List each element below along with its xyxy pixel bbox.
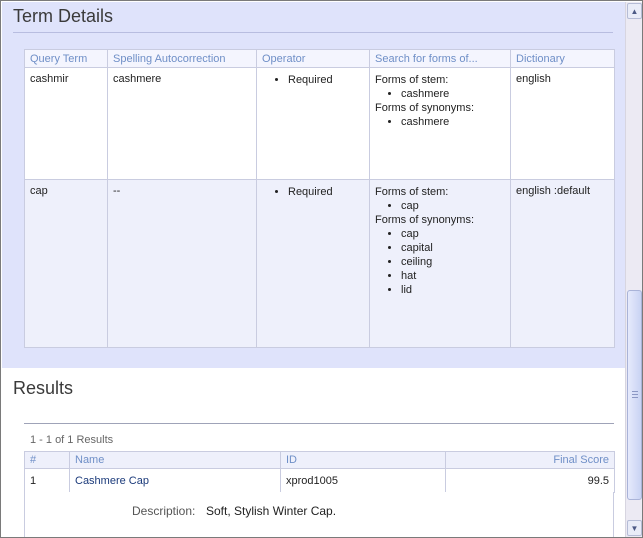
description-label: Description: (132, 504, 196, 518)
header-name[interactable]: Name (69, 451, 281, 469)
term-details-divider (13, 32, 613, 33)
spelling-cell: -- (107, 179, 257, 348)
table-row[interactable]: 1 Cashmere Cap xprod1005 99.5 (24, 468, 615, 493)
spelling-cell: cashmere (107, 67, 257, 180)
scroll-down-button[interactable]: ▼ (627, 520, 642, 536)
stem-label: Forms of stem: (375, 186, 449, 198)
stem-label: Forms of stem: (375, 74, 449, 86)
list-item: cashmere (401, 87, 505, 101)
scroll-up-button[interactable]: ▲ (627, 3, 642, 19)
results-divider (24, 423, 614, 424)
term-table-header-row: Query Term Spelling Autocorrection Opera… (24, 49, 615, 68)
operator-value: Required (288, 185, 364, 199)
result-number: 1 (24, 468, 70, 493)
chevron-down-icon: ▼ (630, 523, 639, 533)
list-item: ceiling (401, 255, 505, 269)
list-item: cap (401, 227, 505, 241)
term-details-title: Term Details (13, 6, 114, 26)
header-operator[interactable]: Operator (256, 49, 370, 68)
table-row: cashmir cashmere Required Forms of stem:… (24, 67, 615, 180)
list-item: hat (401, 269, 505, 283)
operator-value: Required (288, 73, 364, 87)
list-item: capital (401, 241, 505, 255)
list-item: cap (401, 199, 505, 213)
result-id: xprod1005 (280, 468, 446, 493)
term-details-section: Term Details Query Term Spelling Autocor… (2, 2, 625, 368)
results-header-row: # Name ID Final Score (24, 451, 615, 469)
header-final-score[interactable]: Final Score (445, 451, 615, 469)
query-term-cell: cap (24, 179, 108, 348)
window-frame: Term Details Query Term Spelling Autocor… (0, 0, 643, 538)
forms-cell: Forms of stem: cap Forms of synonyms: ca… (369, 179, 511, 348)
operator-cell: Required (256, 179, 370, 348)
results-title: Results (13, 378, 74, 398)
header-search-forms[interactable]: Search for forms of... (369, 49, 511, 68)
result-score: 99.5 (445, 468, 615, 493)
synonyms-label: Forms of synonyms: (375, 214, 475, 226)
term-details-table: Query Term Spelling Autocorrection Opera… (24, 49, 615, 348)
result-description-box: Description: Soft, Stylish Winter Cap. (24, 492, 614, 537)
header-dictionary[interactable]: Dictionary (510, 49, 615, 68)
results-table: # Name ID Final Score 1 Cashmere Cap xpr… (24, 451, 615, 493)
list-item: lid (401, 283, 505, 297)
operator-cell: Required (256, 67, 370, 180)
vertical-scrollbar[interactable]: ▲ ▼ (625, 2, 642, 537)
synonyms-label: Forms of synonyms: (375, 102, 475, 114)
chevron-up-icon: ▲ (630, 6, 639, 16)
grip-icon (632, 391, 638, 398)
content-viewport: Term Details Query Term Spelling Autocor… (2, 2, 625, 537)
forms-cell: Forms of stem: cashmere Forms of synonym… (369, 67, 511, 180)
scrollbar-thumb[interactable] (627, 290, 642, 500)
list-item: cashmere (401, 115, 505, 129)
header-spelling-autocorrection[interactable]: Spelling Autocorrection (107, 49, 257, 68)
results-count: 1 - 1 of 1 Results (30, 434, 114, 446)
header-query-term[interactable]: Query Term (24, 49, 108, 68)
result-name-link[interactable]: Cashmere Cap (69, 468, 281, 493)
header-id[interactable]: ID (280, 451, 446, 469)
query-term-cell: cashmir (24, 67, 108, 180)
description-value: Soft, Stylish Winter Cap. (206, 504, 337, 518)
table-row: cap -- Required Forms of stem: cap Forms… (24, 179, 615, 348)
dictionary-cell: english :default (510, 179, 615, 348)
header-number[interactable]: # (24, 451, 70, 469)
dictionary-cell: english (510, 67, 615, 180)
